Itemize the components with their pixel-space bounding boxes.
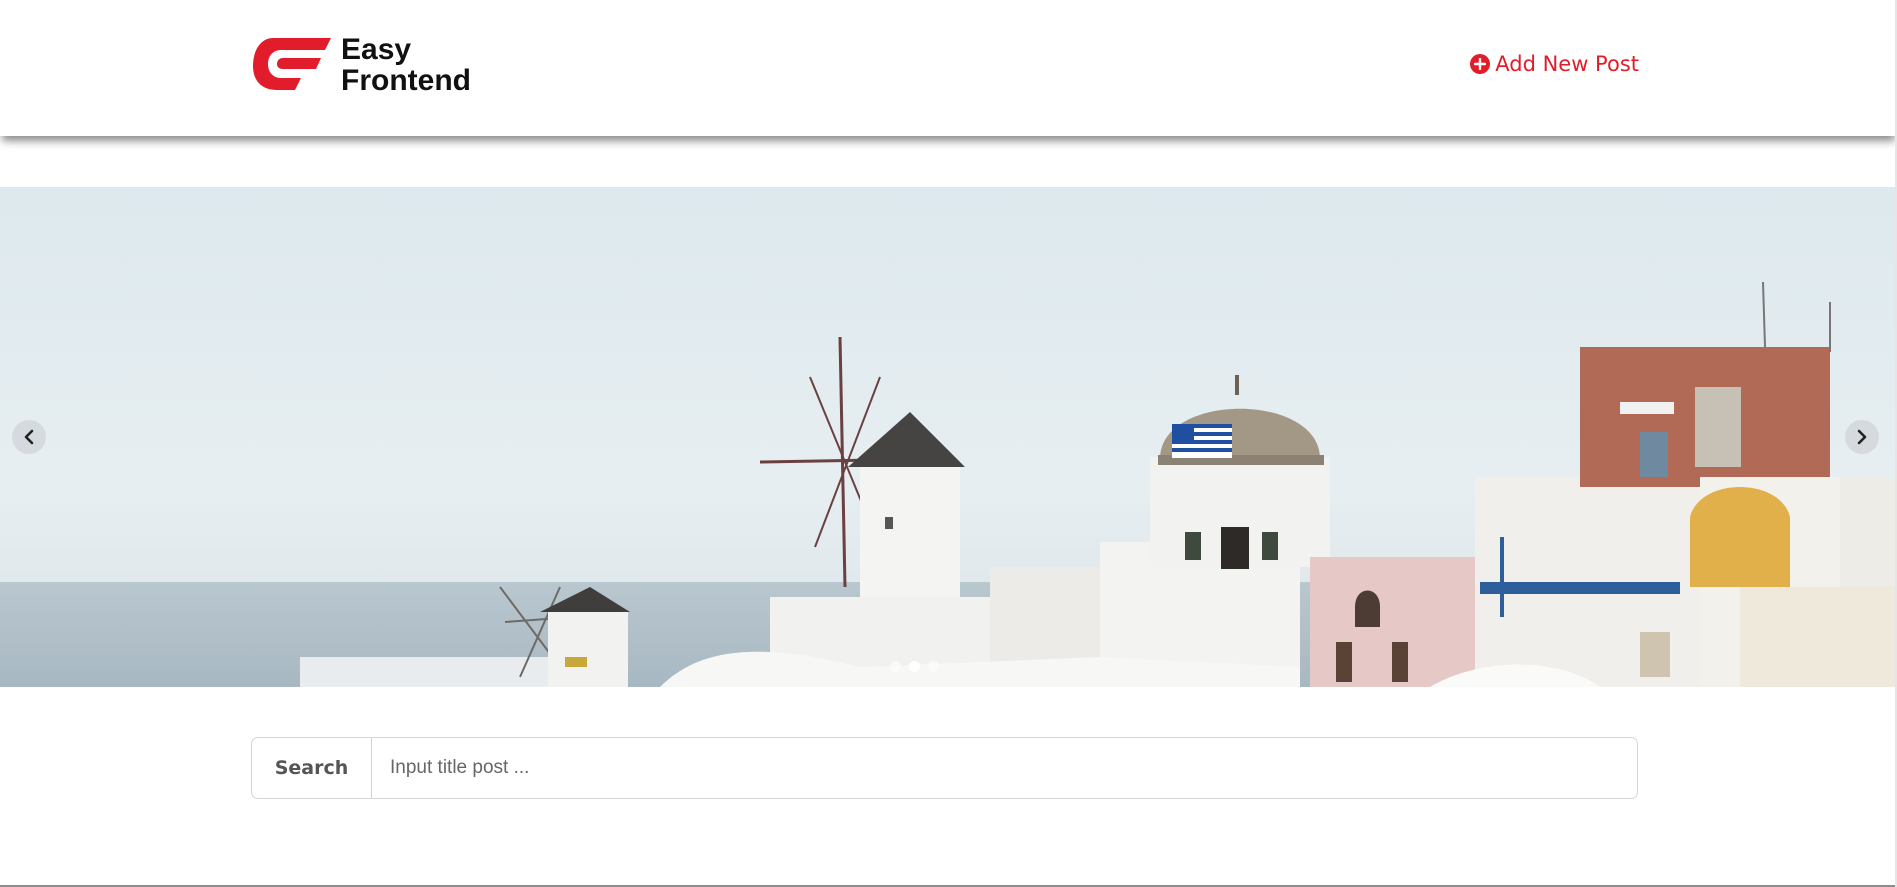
search-label: Search bbox=[252, 738, 372, 798]
add-new-post-label: Add New Post bbox=[1495, 52, 1639, 76]
carousel-prev-button[interactable] bbox=[12, 420, 46, 454]
logo-line-1: Easy bbox=[341, 33, 412, 66]
chevron-left-icon bbox=[24, 429, 34, 445]
logo[interactable]: Easy Frontend bbox=[251, 34, 471, 96]
hero-carousel bbox=[0, 187, 1897, 687]
carousel-dot-1[interactable] bbox=[890, 661, 901, 672]
carousel-dot-2[interactable] bbox=[909, 661, 920, 672]
plus-circle-icon bbox=[1470, 54, 1491, 74]
logo-line-2: Frontend bbox=[341, 64, 471, 97]
page: Easy Frontend Add New Post Search Input … bbox=[0, 0, 1897, 887]
site-header: Easy Frontend Add New Post bbox=[0, 0, 1897, 136]
slide-image bbox=[0, 187, 1897, 687]
carousel-next-button[interactable] bbox=[1845, 420, 1879, 454]
search-input[interactable] bbox=[372, 738, 1637, 798]
search-bar: Search bbox=[251, 737, 1638, 799]
carousel-dot-3[interactable] bbox=[928, 661, 939, 672]
chevron-right-icon bbox=[1857, 429, 1867, 445]
logo-icon bbox=[253, 38, 331, 90]
logo-text: Easy Frontend bbox=[341, 34, 471, 96]
carousel-indicators bbox=[890, 661, 939, 672]
add-new-post-link[interactable]: Add New Post bbox=[1470, 52, 1639, 76]
